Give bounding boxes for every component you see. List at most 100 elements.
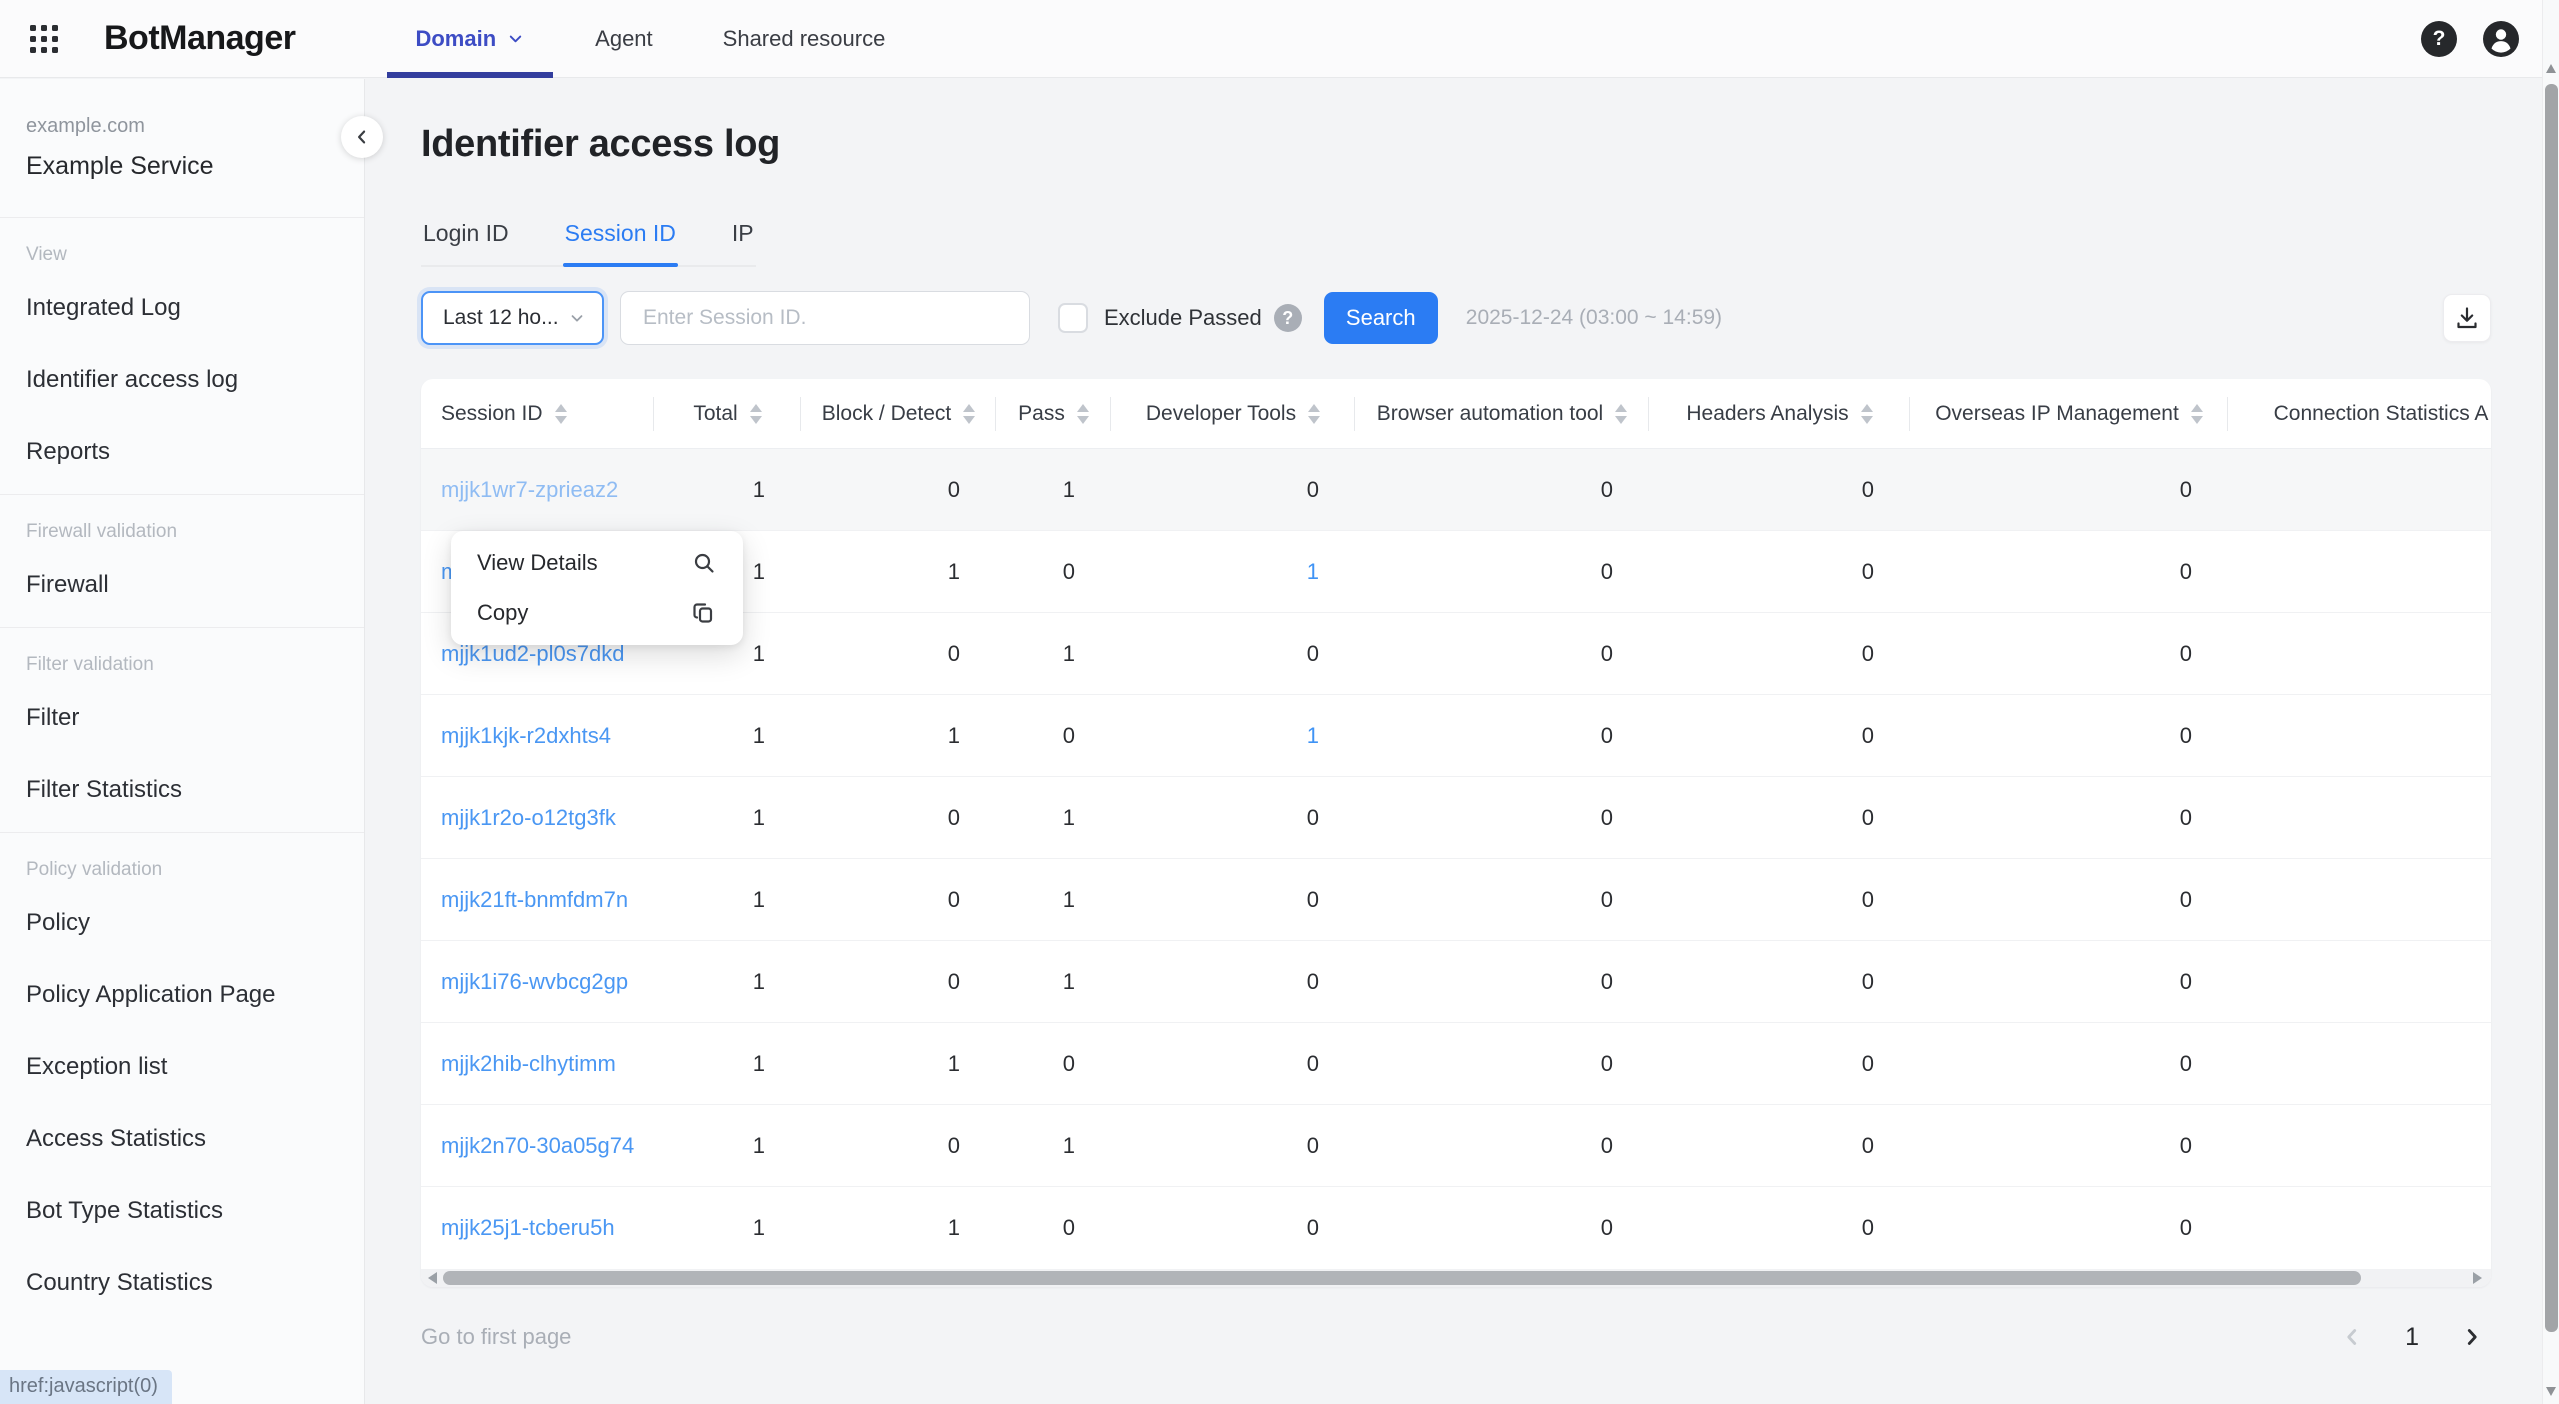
- download-button[interactable]: [2443, 294, 2491, 342]
- cell-headers-analysis: 0: [1649, 477, 1910, 503]
- cell-overseas-ip-management: 0: [1910, 723, 2228, 749]
- menu-item-view-details[interactable]: View Details: [451, 538, 743, 588]
- cell-value: 0: [1601, 559, 1613, 584]
- cell-block-detect: 0: [801, 477, 996, 503]
- column-header-developer-tools[interactable]: Developer Tools: [1111, 379, 1355, 448]
- cell-value: 0: [2180, 641, 2192, 666]
- vertical-scrollbar-thumb[interactable]: [2545, 84, 2558, 1332]
- cell-value: 0: [1307, 641, 1319, 666]
- column-header-overseas-ip-management[interactable]: Overseas IP Management: [1910, 379, 2228, 448]
- sidebar-item-bot-type-statistics[interactable]: Bot Type Statistics: [0, 1175, 364, 1247]
- sidebar-section-filter-validation: Filter validationFilterFilter Statistics: [0, 628, 364, 833]
- column-header-session-id[interactable]: Session ID: [421, 379, 654, 448]
- main-content: Identifier access log Login IDSession ID…: [366, 79, 2559, 1404]
- session-id-link[interactable]: mjjk25j1-tcberu5h: [421, 1215, 654, 1241]
- previous-page-button[interactable]: [2339, 1324, 2365, 1350]
- scroll-down-arrow[interactable]: [2546, 1387, 2556, 1396]
- column-header-browser-automation-tool[interactable]: Browser automation tool: [1355, 379, 1649, 448]
- cell-value: 1: [1063, 1133, 1075, 1158]
- cell-developer-tools: 0: [1111, 969, 1355, 995]
- tab-ip[interactable]: IP: [730, 204, 756, 265]
- sidebar-item-firewall[interactable]: Firewall: [0, 549, 364, 621]
- developer-tools-link[interactable]: 1: [1307, 559, 1319, 584]
- cell-value: 1: [753, 723, 765, 748]
- nav-item-shared-resource[interactable]: Shared resource: [723, 0, 886, 77]
- nav-item-label: Agent: [595, 26, 653, 52]
- column-header-connection-statistics-a[interactable]: Connection Statistics A: [2228, 379, 2491, 448]
- sidebar-item-access-statistics[interactable]: Access Statistics: [0, 1103, 364, 1175]
- sidebar-item-identifier-access-log[interactable]: Identifier access log: [0, 344, 364, 416]
- tab-login-id[interactable]: Login ID: [421, 204, 511, 265]
- cell-value: 1: [753, 1133, 765, 1158]
- scroll-right-arrow[interactable]: [2473, 1272, 2482, 1284]
- exclude-passed-label[interactable]: Exclude Passed: [1104, 305, 1262, 331]
- cell-value: 0: [948, 887, 960, 912]
- service-domain: example.com: [26, 115, 338, 138]
- cell-pass: 1: [996, 805, 1111, 831]
- cell-value: 0: [948, 969, 960, 994]
- sidebar-item-country-statistics[interactable]: Country Statistics: [0, 1247, 364, 1319]
- vertical-scrollbar[interactable]: [2542, 0, 2559, 1404]
- session-id-link[interactable]: mjjk1r2o-o12tg3fk: [421, 805, 654, 831]
- nav-item-agent[interactable]: Agent: [595, 0, 653, 77]
- session-id-link[interactable]: mjjk1kjk-r2dxhts4: [421, 723, 654, 749]
- help-icon[interactable]: ?: [2421, 21, 2457, 57]
- exclude-passed-help-icon[interactable]: ?: [1274, 304, 1302, 332]
- session-id-input[interactable]: [620, 291, 1030, 345]
- account-icon[interactable]: [2483, 21, 2519, 57]
- column-header-headers-analysis[interactable]: Headers Analysis: [1649, 379, 1910, 448]
- sidebar-item-filter-statistics[interactable]: Filter Statistics: [0, 754, 364, 826]
- horizontal-scrollbar[interactable]: [421, 1269, 2491, 1287]
- tab-session-id[interactable]: Session ID: [563, 204, 678, 265]
- cell-value: 1: [1063, 887, 1075, 912]
- sidebar-item-reports[interactable]: Reports: [0, 416, 364, 488]
- next-page-button[interactable]: [2459, 1324, 2485, 1350]
- nav-item-label: Domain: [415, 26, 496, 52]
- apps-grid-icon[interactable]: [30, 25, 58, 53]
- cell-value: 0: [1307, 969, 1319, 994]
- session-id-link[interactable]: mjjk2hib-clhytimm: [421, 1051, 654, 1077]
- developer-tools-link[interactable]: 1: [1307, 723, 1319, 748]
- cell-value: 0: [1862, 887, 1874, 912]
- cell-value: 1: [753, 887, 765, 912]
- column-header-total[interactable]: Total: [654, 379, 801, 448]
- cell-developer-tools: 0: [1111, 1215, 1355, 1241]
- sidebar-collapse-button[interactable]: [341, 116, 383, 158]
- horizontal-scrollbar-thumb[interactable]: [443, 1271, 2361, 1285]
- sort-icon: [2191, 404, 2203, 424]
- sort-icon: [1308, 404, 1320, 424]
- sidebar-item-exception-list[interactable]: Exception list: [0, 1031, 364, 1103]
- nav-item-domain[interactable]: Domain: [415, 0, 525, 77]
- sidebar-item-policy-application-page[interactable]: Policy Application Page: [0, 959, 364, 1031]
- cell-overseas-ip-management: 0: [1910, 559, 2228, 585]
- cell-value: 0: [2180, 887, 2192, 912]
- search-button[interactable]: Search: [1324, 292, 1438, 344]
- chevron-down-icon: [506, 29, 525, 48]
- current-page-number[interactable]: 1: [2405, 1323, 2419, 1352]
- cell-value: 1: [948, 1215, 960, 1240]
- session-id-link[interactable]: mjjk2n70-30a05g74: [421, 1133, 654, 1159]
- session-id-link[interactable]: mjjk1i76-wvbcg2gp: [421, 969, 654, 995]
- time-range-select[interactable]: Last 12 ho...: [421, 291, 604, 345]
- download-icon: [2453, 304, 2481, 332]
- cell-overseas-ip-management: 0: [1910, 1051, 2228, 1077]
- column-header-block-detect[interactable]: Block / Detect: [801, 379, 996, 448]
- sidebar-item-filter[interactable]: Filter: [0, 682, 364, 754]
- menu-item-copy[interactable]: Copy: [451, 588, 743, 638]
- cell-connection-statistics-a: 0: [2228, 559, 2491, 585]
- sidebar-item-policy[interactable]: Policy: [0, 887, 364, 959]
- chevron-down-icon: [568, 309, 586, 327]
- cell-value: 1: [753, 559, 765, 584]
- cell-overseas-ip-management: 0: [1910, 887, 2228, 913]
- exclude-passed-checkbox[interactable]: [1058, 303, 1088, 333]
- cell-block-detect: 1: [801, 559, 996, 585]
- sidebar-section-label: Filter validation: [0, 628, 364, 682]
- scroll-up-arrow[interactable]: [2546, 64, 2556, 73]
- go-to-first-page-link[interactable]: Go to first page: [421, 1324, 571, 1350]
- session-id-link[interactable]: mjjk1wr7-zprieaz2: [421, 477, 654, 503]
- column-header-pass[interactable]: Pass: [996, 379, 1111, 448]
- cell-overseas-ip-management: 0: [1910, 1133, 2228, 1159]
- scroll-left-arrow[interactable]: [428, 1272, 437, 1284]
- sidebar-item-integrated-log[interactable]: Integrated Log: [0, 272, 364, 344]
- session-id-link[interactable]: mjjk21ft-bnmfdm7n: [421, 887, 654, 913]
